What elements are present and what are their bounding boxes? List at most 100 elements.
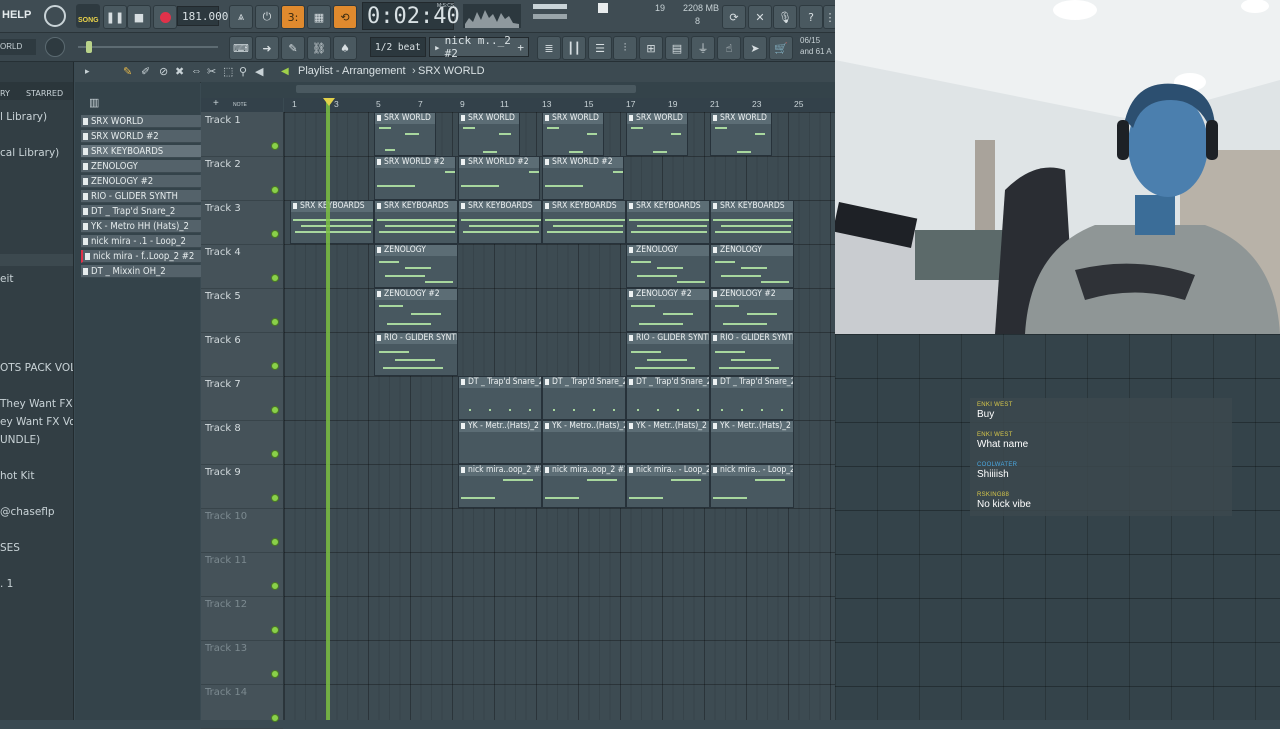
snap-selector[interactable]: 1/2 beat (370, 37, 426, 57)
tempo-display[interactable]: 181.000 (177, 6, 228, 26)
track-header[interactable]: Track 7 (201, 376, 283, 421)
track-enable-led[interactable] (271, 142, 279, 150)
browser-item[interactable]: They Want FX (0, 398, 73, 410)
pattern-clip[interactable]: SRX KEYBOARDS (626, 200, 710, 244)
plugin-picker-button[interactable]: ⏚ (691, 36, 715, 60)
playhead-marker-icon[interactable] (323, 98, 335, 106)
pattern-clip[interactable]: DT _ Trap'd Snare_2 (710, 376, 794, 420)
browser-item[interactable]: . 1 (0, 578, 13, 590)
browser-item[interactable]: SES (0, 542, 20, 554)
track-enable-led[interactable] (271, 362, 279, 370)
undo-history-button[interactable]: ⟳ (722, 5, 746, 29)
stamp-button[interactable]: ♠ (333, 36, 357, 60)
piano-roll-button[interactable]: ┃┃ (562, 36, 586, 60)
master-volume-slider[interactable] (78, 41, 218, 53)
pattern-clip[interactable]: nick mira.. - Loop_2 (626, 464, 710, 508)
browser-item[interactable]: eit (0, 273, 14, 285)
pattern-clip[interactable]: YK - Metr..(Hats)_2 (710, 420, 794, 464)
track-header[interactable]: Track 11 (201, 552, 283, 597)
pattern-clip[interactable]: ZENOLOGY #2 (374, 288, 458, 332)
piano-roll-shortcut[interactable]: ⌨ (229, 36, 253, 60)
track-header[interactable]: Track 2 (201, 156, 283, 201)
track-header[interactable]: Track 4 (201, 244, 283, 289)
mixer-button[interactable]: ⫶ (613, 36, 637, 60)
track-enable-led[interactable] (271, 318, 279, 326)
pattern-clip[interactable]: ZENOLOGY #2 (710, 288, 794, 332)
track-header[interactable]: Track 1 (201, 112, 283, 157)
countdown-button[interactable]: 3: (281, 5, 305, 29)
metronome-button[interactable]: ⩓ (229, 5, 253, 29)
pattern-clip[interactable]: ZENOLOGY (710, 244, 794, 288)
track-header[interactable]: Track 10 (201, 508, 283, 553)
pattern-clip[interactable]: ZENOLOGY (626, 244, 710, 288)
track-header[interactable]: Track 6 (201, 332, 283, 377)
pattern-clip[interactable]: YK - Metr..(Hats)_2 (626, 420, 710, 464)
browser-button[interactable]: ⊞ (639, 36, 663, 60)
pattern-clip[interactable]: nick mira.. - Loop_2 (710, 464, 794, 508)
pattern-clip[interactable]: nick mira..oop_2 #2 (458, 464, 542, 508)
draw-tool-icon[interactable]: ✎ (123, 65, 132, 78)
help-button[interactable]: ? (799, 5, 823, 29)
pattern-clip[interactable]: ZENOLOGY #2 (626, 288, 710, 332)
track-enable-led[interactable] (271, 714, 279, 722)
stop-button[interactable]: ■ (127, 5, 151, 29)
channel-rack-button[interactable]: ☰ (588, 36, 612, 60)
track-enable-led[interactable] (271, 582, 279, 590)
track-enable-led[interactable] (271, 670, 279, 678)
pat-song-switch[interactable]: SONG (76, 4, 100, 28)
timeline-ruler[interactable]: 1 3 5 7 9 11 13 15 17 19 21 23 25 (284, 98, 835, 113)
add-pattern-icon[interactable]: + (517, 41, 524, 54)
playhead[interactable] (326, 98, 330, 720)
piano-icon[interactable]: ▥ (89, 96, 99, 109)
master-volume-knob[interactable] (44, 5, 66, 27)
paint-tool-icon[interactable]: ✐ (141, 65, 150, 78)
track-header[interactable]: Track 3 (201, 200, 283, 245)
horizontal-scrollbar[interactable] (296, 85, 636, 93)
track-enable-led[interactable] (271, 406, 279, 414)
pattern-clip[interactable]: DT _ Trap'd Snare_2 (458, 376, 542, 420)
touch-controller-button[interactable]: ☝ (717, 36, 741, 60)
pattern-clip[interactable]: SRX KEYBOARDS (374, 200, 458, 244)
master-pitch-knob[interactable] (45, 37, 65, 57)
track-enable-led[interactable] (271, 274, 279, 282)
pattern-clip[interactable]: SRX KEYBOARDS (290, 200, 374, 244)
track-enable-led[interactable] (271, 450, 279, 458)
browser-item[interactable]: OTS PACK VOL 2 (0, 362, 73, 374)
pattern-clip[interactable]: nick mira..oop_2 #2 (542, 464, 626, 508)
link-button[interactable]: ⛓ (307, 36, 331, 60)
browser-item[interactable]: l Library) (0, 111, 47, 123)
pattern-clip[interactable]: SRX KEYBOARDS (710, 200, 794, 244)
panic-button[interactable]: ✕ (748, 5, 772, 29)
pattern-clip[interactable]: SRX WORLD (626, 112, 688, 156)
project-button[interactable]: ▤ (665, 36, 689, 60)
browser-item[interactable]: cal Library) (0, 147, 59, 159)
track-header[interactable]: Track 13 (201, 640, 283, 685)
wait-input-button[interactable]: ⏻ (255, 5, 279, 29)
pattern-clip[interactable]: SRX WORLD #2 (458, 156, 540, 200)
pattern-selector[interactable]: ▸ nick m.._2 #2 + (429, 34, 529, 60)
next-button[interactable]: ➜ (255, 36, 279, 60)
track-enable-led[interactable] (271, 494, 279, 502)
playback-tool-icon[interactable]: ◀︎ (255, 65, 263, 78)
pattern-clip[interactable]: SRX WORLD (710, 112, 772, 156)
browser-tab-all[interactable]: RY (0, 89, 10, 98)
play-button[interactable]: ❚❚ (103, 5, 127, 29)
track-header[interactable]: Track 14 (201, 684, 283, 729)
zoom-tool-icon[interactable]: ⚲ (239, 65, 247, 78)
track-enable-led[interactable] (271, 186, 279, 194)
blend-notes-button[interactable]: ▦ (307, 5, 331, 29)
pattern-clip[interactable]: SRX WORLD #2 (374, 156, 456, 200)
pattern-clip[interactable]: SRX WORLD (542, 112, 604, 156)
loop-record-button[interactable]: ⟲ (333, 5, 357, 29)
tempo-tap-button[interactable]: ➤ (743, 36, 767, 60)
playlist-button[interactable]: ≣ (537, 36, 561, 60)
playlist-grid[interactable]: SRX WORLD SRX WORLD SRX WORLD SRX WORLD … (284, 112, 835, 720)
slip-tool-icon[interactable]: ⇔ (191, 65, 202, 77)
pattern-clip[interactable]: SRX WORLD (458, 112, 520, 156)
pattern-clip[interactable]: DT _ Trap'd Snare_2 (542, 376, 626, 420)
track-header[interactable]: Track 9 (201, 464, 283, 509)
shop-button[interactable]: 🛒 (769, 36, 793, 60)
browser-item[interactable]: UNDLE) (0, 434, 40, 446)
pattern-clip[interactable]: DT _ Trap'd Snare_2 (626, 376, 710, 420)
pattern-clip[interactable]: YK - Metro..(Hats)_2 (542, 420, 626, 464)
